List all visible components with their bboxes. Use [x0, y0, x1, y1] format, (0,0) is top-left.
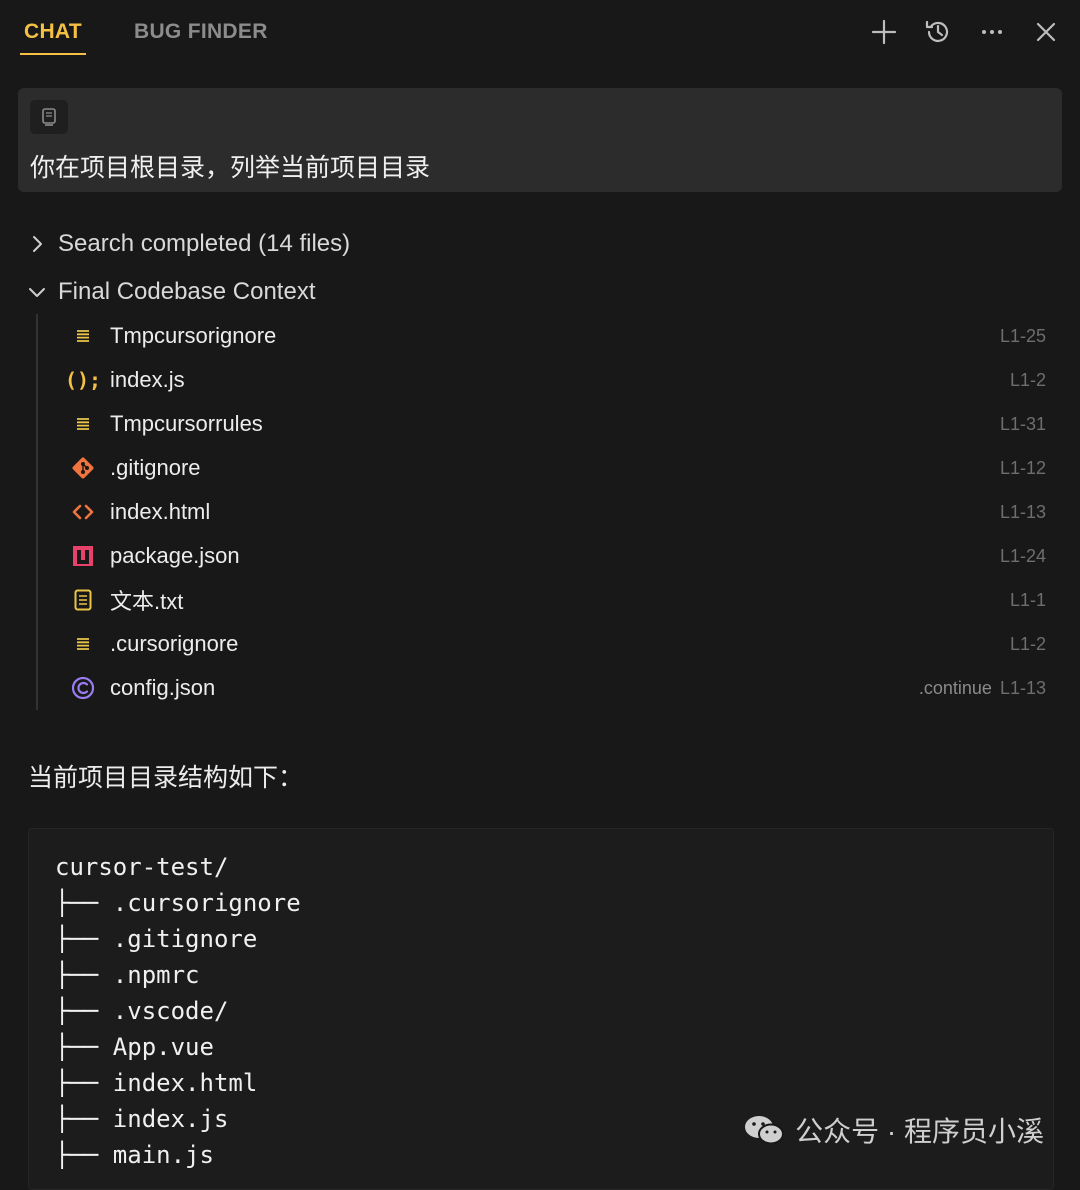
- html-icon: [70, 499, 96, 525]
- chevron-down-icon: [29, 288, 45, 297]
- file-name: config.json: [110, 675, 216, 700]
- search-completed-toggle[interactable]: Search completed (14 files): [26, 230, 350, 258]
- chevron-right-icon: [33, 236, 42, 252]
- plus-icon[interactable]: [868, 16, 900, 48]
- code-line: ├── App.vue: [55, 1033, 214, 1061]
- tab-chat[interactable]: CHAT: [20, 20, 86, 55]
- file-row[interactable]: config.json .continue L1-13: [38, 666, 1048, 710]
- js-icon: ();: [64, 368, 102, 392]
- file-range: L1-31: [999, 413, 1046, 434]
- file-folder: .continue: [918, 677, 992, 698]
- lines-icon: [70, 631, 96, 657]
- file-name: 文本.txt: [110, 589, 184, 614]
- tab-bug-finder[interactable]: BUG FINDER: [134, 20, 268, 44]
- file-name: Tmpcursorrules: [110, 411, 263, 436]
- file-row[interactable]: Tmpcursorignore L1-25: [38, 314, 1048, 358]
- code-line: ├── .vscode/: [55, 997, 229, 1025]
- assistant-answer-text: 当前项目目录结构如下：: [28, 764, 304, 792]
- file-row[interactable]: 文本.txt L1-1: [38, 578, 1048, 622]
- code-line: ├── main.js: [55, 1141, 214, 1169]
- file-range: L1-24: [999, 545, 1046, 566]
- git-icon: [70, 455, 96, 481]
- file-name: Tmpcursorignore: [110, 323, 277, 348]
- toolbar: [868, 16, 1062, 48]
- codebase-context-label: Final Codebase Context: [58, 278, 316, 305]
- history-icon[interactable]: [922, 16, 954, 48]
- context-chip[interactable]: [30, 100, 68, 134]
- code-line: ├── .cursorignore: [55, 889, 301, 917]
- file-range: L1-2: [1009, 369, 1046, 390]
- file-name: index.html: [110, 499, 211, 524]
- file-name: package.json: [110, 543, 240, 568]
- user-message[interactable]: 你在项目根目录，列举当前项目目录: [18, 88, 1062, 192]
- file-range: .continue L1-13: [918, 677, 1046, 698]
- code-line: ├── index.js: [55, 1105, 229, 1133]
- file-name: .gitignore: [110, 455, 201, 480]
- file-row[interactable]: (); index.js L1-2: [38, 358, 1048, 402]
- lines-icon: [70, 411, 96, 437]
- file-range: L1-1: [1009, 589, 1046, 610]
- watermark: 公众号 · 程序员小溪: [743, 1110, 1044, 1150]
- file-range: L1-25: [999, 325, 1046, 346]
- close-icon[interactable]: [1030, 16, 1062, 48]
- file-range: L1-12: [999, 457, 1046, 478]
- file-context-icon: [42, 108, 56, 126]
- continue-icon: [70, 675, 96, 701]
- more-icon[interactable]: [976, 16, 1008, 48]
- code-line: ├── .npmrc: [55, 961, 200, 989]
- user-message-text: 你在项目根目录，列举当前项目目录: [30, 154, 431, 182]
- file-range: L1-2: [1009, 633, 1046, 654]
- wechat-icon: [745, 1116, 785, 1145]
- code-line: cursor-test/: [55, 853, 229, 881]
- watermark-text: 公众号 · 程序员小溪: [795, 1116, 1044, 1147]
- file-row[interactable]: .cursorignore L1-2: [38, 622, 1048, 666]
- codebase-context-toggle[interactable]: Final Codebase Context: [26, 278, 315, 306]
- txt-icon: [70, 587, 96, 613]
- file-row[interactable]: Tmpcursorrules L1-31: [38, 402, 1048, 446]
- file-range: L1-13: [999, 501, 1046, 522]
- lines-icon: [70, 323, 96, 349]
- context-file-list: Tmpcursorignore L1-25 (); index.js L1-2 …: [36, 314, 1048, 710]
- code-line: ├── index.html: [55, 1069, 258, 1097]
- file-name: index.js: [110, 367, 185, 392]
- npm-icon: [70, 543, 96, 569]
- search-completed-label: Search completed (14 files): [58, 230, 351, 257]
- file-name: .cursorignore: [110, 631, 239, 656]
- tab-bar: CHAT BUG FINDER: [0, 0, 1080, 64]
- file-row[interactable]: .gitignore L1-12: [38, 446, 1048, 490]
- file-row[interactable]: index.html L1-13: [38, 490, 1048, 534]
- code-line: ├── .gitignore: [55, 925, 258, 953]
- file-row[interactable]: package.json L1-24: [38, 534, 1048, 578]
